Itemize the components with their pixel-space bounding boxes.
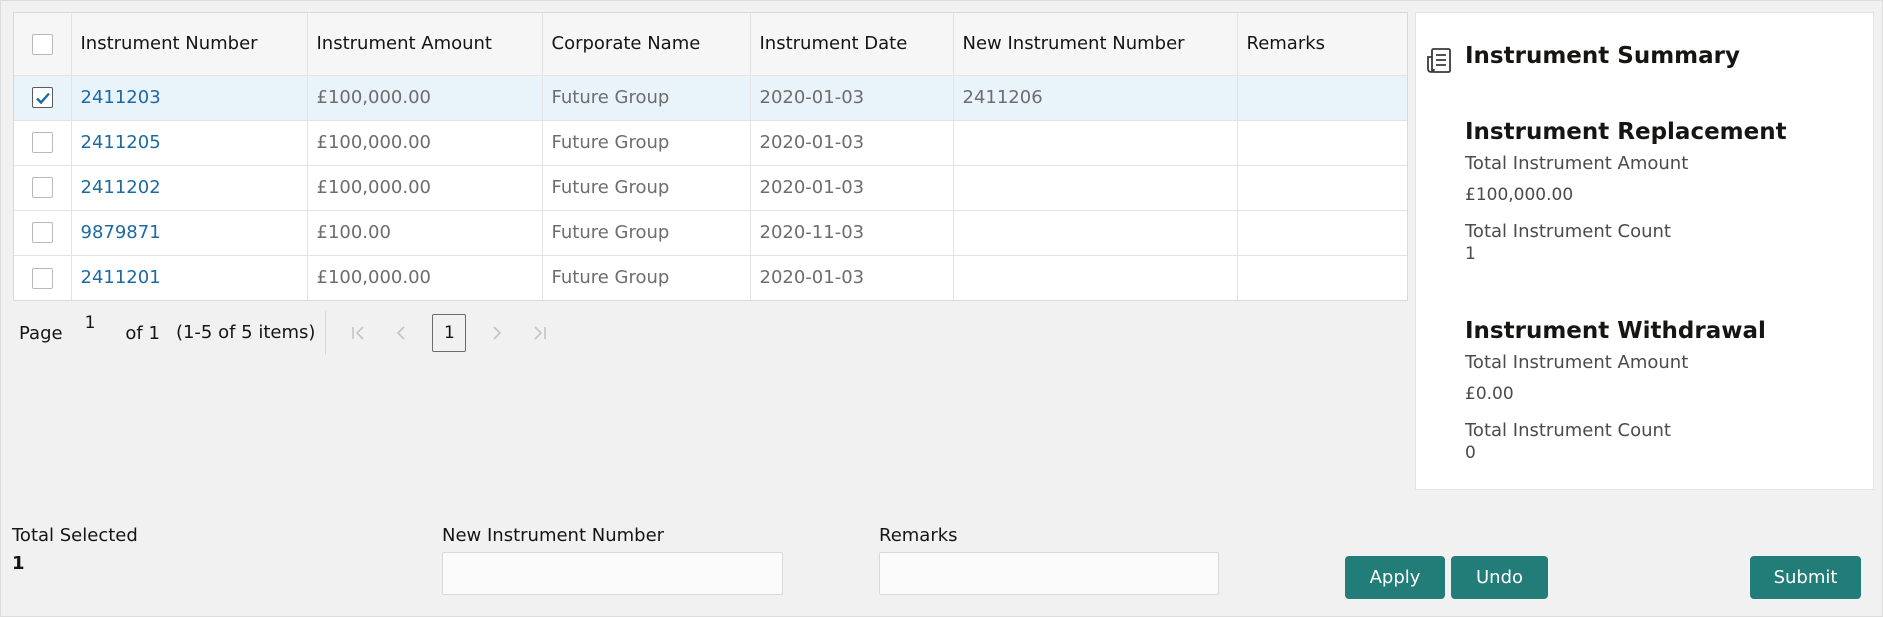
instrument-date-cell: 2020-01-03 — [750, 75, 954, 121]
remarks-cell — [1237, 120, 1407, 166]
column-header-corporate-name[interactable]: Corporate Name — [542, 13, 751, 76]
table-row[interactable]: 2411203 £100,000.00 Future Group 2020-01-03… — [14, 75, 1407, 121]
new-instrument-number-label: New Instrument Number — [442, 525, 665, 546]
remarks-cell — [1237, 255, 1407, 300]
corporate-name-cell: Future Group — [542, 210, 751, 256]
submit-button[interactable]: Submit — [1750, 556, 1861, 599]
first-page-icon[interactable] — [336, 313, 380, 353]
row-checkbox[interactable] — [31, 132, 53, 154]
instrument-date-cell: 2020-11-03 — [750, 210, 954, 256]
next-page-icon[interactable] — [474, 313, 518, 353]
new-instrument-number-cell — [953, 165, 1238, 211]
column-header-new-instrument-number[interactable]: New Instrument Number — [953, 13, 1238, 76]
row-select-cell — [14, 75, 72, 121]
remarks-cell — [1237, 165, 1407, 211]
current-page-input[interactable]: 1 — [85, 313, 96, 333]
new-instrument-number-input[interactable] — [442, 552, 783, 595]
instrument-date-cell: 2020-01-03 — [750, 120, 954, 166]
instrument-amount-cell: £100.00 — [307, 210, 543, 256]
withdrawal-count-label: Total Instrument Count — [1465, 420, 1671, 441]
total-selected-label: Total Selected — [12, 525, 138, 546]
instrument-page: Instrument Number Instrument Amount Corp… — [0, 0, 1883, 617]
new-instrument-number-cell — [953, 120, 1238, 166]
pagination: Page 1 of 1 (1-5 of 5 items) 1 — [19, 311, 562, 355]
instrument-number-cell[interactable]: 2411202 — [71, 165, 308, 211]
table-row[interactable]: 2411202 £100,000.00 Future Group 2020-01-03 — [14, 165, 1407, 211]
remarks-label: Remarks — [879, 525, 958, 546]
corporate-name-cell: Future Group — [542, 120, 751, 166]
instrument-number-cell[interactable]: 9879871 — [71, 210, 308, 256]
instrument-number-cell[interactable]: 2411205 — [71, 120, 308, 166]
replacement-amount-value: £100,000.00 — [1465, 185, 1574, 205]
last-page-icon[interactable] — [518, 313, 562, 353]
withdrawal-section: Instrument Withdrawal Total Instrument A… — [1465, 318, 1766, 463]
remarks-input[interactable] — [879, 552, 1219, 595]
previous-page-icon[interactable] — [380, 313, 424, 353]
remarks-cell — [1237, 75, 1407, 121]
table-row[interactable]: 2411201 £100,000.00 Future Group 2020-01-03 — [14, 255, 1407, 300]
select-all-checkbox[interactable] — [31, 33, 53, 55]
checkmark-icon — [35, 92, 50, 105]
corporate-name-cell: Future Group — [542, 75, 751, 121]
row-select-cell — [14, 120, 72, 166]
new-instrument-number-cell — [953, 255, 1238, 300]
withdrawal-title: Instrument Withdrawal — [1465, 318, 1766, 344]
corporate-name-cell: Future Group — [542, 165, 751, 211]
column-header-instrument-amount[interactable]: Instrument Amount — [307, 13, 543, 76]
table-header-row: Instrument Number Instrument Amount Corp… — [14, 13, 1407, 76]
instrument-summary-panel: Instrument Summary Instrument Replacemen… — [1415, 12, 1874, 490]
new-instrument-number-cell: 2411206 — [953, 75, 1238, 121]
instrument-date-cell: 2020-01-03 — [750, 165, 954, 211]
corporate-name-cell: Future Group — [542, 255, 751, 300]
table-row[interactable]: 2411205 £100,000.00 Future Group 2020-01-03 — [14, 120, 1407, 166]
instrument-amount-cell: £100,000.00 — [307, 255, 543, 300]
withdrawal-amount-value: £0.00 — [1465, 384, 1514, 404]
total-selected-value: 1 — [12, 553, 25, 574]
replacement-count-value: 1 — [1465, 244, 1476, 264]
row-checkbox[interactable] — [31, 222, 53, 244]
replacement-count-label: Total Instrument Count — [1465, 221, 1671, 242]
row-select-cell — [14, 210, 72, 256]
apply-button[interactable]: Apply — [1345, 556, 1445, 599]
column-header-remarks[interactable]: Remarks — [1237, 13, 1407, 76]
instrument-date-cell: 2020-01-03 — [750, 255, 954, 300]
replacement-title: Instrument Replacement — [1465, 119, 1787, 145]
row-checkbox[interactable] — [31, 87, 53, 109]
column-header-instrument-date[interactable]: Instrument Date — [750, 13, 954, 76]
page-number-button[interactable]: 1 — [432, 314, 467, 352]
replacement-section: Instrument Replacement Total Instrument … — [1465, 119, 1787, 264]
document-list-icon — [1425, 46, 1455, 80]
row-checkbox[interactable] — [31, 177, 53, 199]
withdrawal-amount-label: Total Instrument Amount — [1465, 352, 1689, 373]
instrument-amount-cell: £100,000.00 — [307, 75, 543, 121]
undo-button[interactable]: Undo — [1451, 556, 1548, 599]
instrument-number-cell[interactable]: 2411203 — [71, 75, 308, 121]
withdrawal-count-value: 0 — [1465, 443, 1476, 463]
instrument-amount-cell: £100,000.00 — [307, 120, 543, 166]
new-instrument-number-cell — [953, 210, 1238, 256]
item-range-label: (1-5 of 5 items) — [176, 311, 327, 355]
instrument-number-cell[interactable]: 2411201 — [71, 255, 308, 300]
table-row[interactable]: 9879871 £100.00 Future Group 2020-11-03 — [14, 210, 1407, 256]
replacement-amount-label: Total Instrument Amount — [1465, 153, 1689, 174]
row-checkbox[interactable] — [31, 267, 53, 289]
page-of-label: of 1 — [125, 322, 160, 344]
remarks-cell — [1237, 210, 1407, 256]
column-header-instrument-number[interactable]: Instrument Number — [71, 13, 308, 76]
instrument-table: Instrument Number Instrument Amount Corp… — [13, 12, 1408, 301]
page-label: Page — [19, 322, 63, 344]
instrument-amount-cell: £100,000.00 — [307, 165, 543, 211]
row-select-cell — [14, 255, 72, 300]
select-all-cell — [14, 13, 72, 76]
row-select-cell — [14, 165, 72, 211]
summary-title: Instrument Summary — [1465, 43, 1741, 69]
